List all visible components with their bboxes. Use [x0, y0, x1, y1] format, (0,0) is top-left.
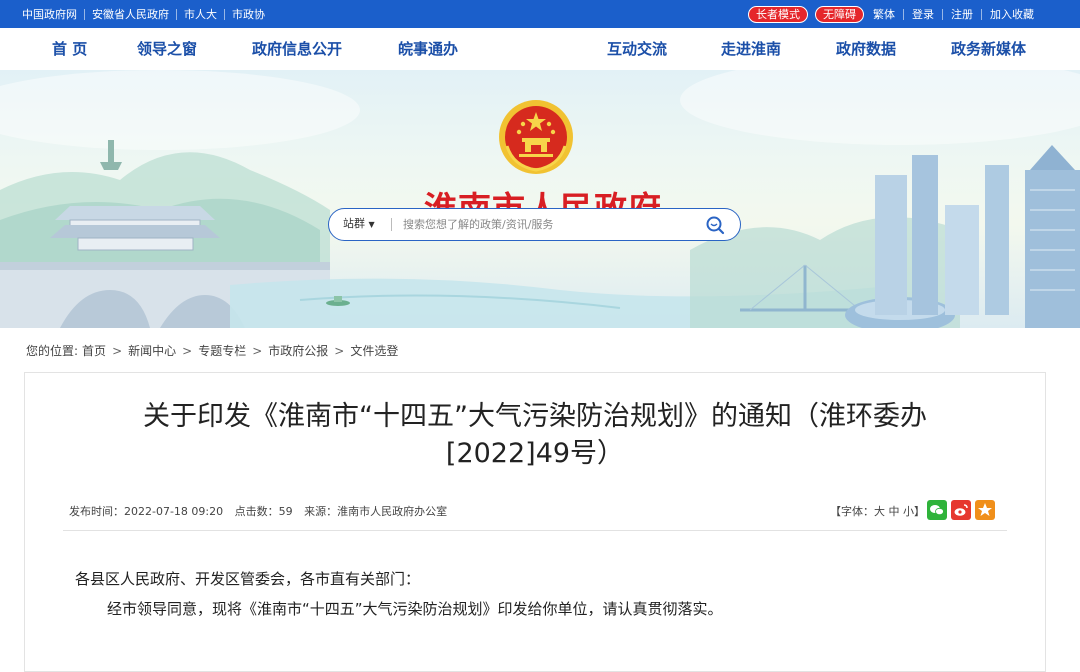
weibo-icon[interactable]: [951, 500, 971, 520]
font-size-switcher[interactable]: 【字体：大 中 小】: [830, 503, 925, 519]
main-nav: 首 页 领导之窗 政府信息公开 皖事通办 互动交流 走进淮南 政府数据 政务新媒…: [0, 28, 1080, 70]
chevron-right-icon: >: [182, 343, 193, 358]
article-title: 关于印发《淮南市“十四五”大气污染防治规划》的通知（淮环委办 [2022]49号…: [24, 398, 1046, 472]
nav-leaders[interactable]: 领导之窗: [137, 28, 197, 70]
user-tools: 长者模式 无障碍 繁体 登录 注册 加入收藏: [748, 0, 1042, 28]
accessibility-button[interactable]: 无障碍: [815, 5, 864, 23]
nav-services[interactable]: 皖事通办: [398, 28, 458, 70]
add-favorite-link[interactable]: 加入收藏: [981, 8, 1042, 20]
top-utility-bar: 中国政府网 安徽省人民政府 市人大 市政协 长者模式 无障碍 繁体 登录 注册 …: [0, 0, 1080, 28]
traditional-chinese-link[interactable]: 繁体: [871, 9, 903, 20]
nav-about-city[interactable]: 走进淮南: [721, 28, 781, 70]
article-title-line1: 关于印发《淮南市“十四五”大气污染防治规划》的通知（淮环委办: [143, 401, 927, 432]
external-links: 中国政府网 安徽省人民政府 市人大 市政协: [22, 0, 272, 28]
login-link[interactable]: 登录: [903, 8, 942, 20]
chevron-right-icon: >: [334, 343, 345, 358]
click-count: 点击数：59: [234, 505, 293, 518]
link-anhui-gov[interactable]: 安徽省人民政府: [84, 8, 176, 20]
chevron-right-icon: >: [112, 343, 123, 358]
elder-mode-button[interactable]: 长者模式: [748, 5, 808, 23]
breadcrumb-topics[interactable]: 专题专栏: [198, 342, 246, 359]
article-title-line2: [2022]49号）: [445, 438, 625, 469]
link-city-congress[interactable]: 市人大: [176, 8, 224, 20]
search-icon[interactable]: [704, 214, 726, 236]
search-scope-label: 站群: [343, 217, 365, 230]
breadcrumb: 您的位置: 首页 > 新闻中心 > 专题专栏 > 市政府公报 > 文件选登: [26, 342, 398, 359]
breadcrumb-documents[interactable]: 文件选登: [350, 342, 398, 359]
search-bar: 站群 ▼: [328, 208, 741, 241]
breadcrumb-home[interactable]: 首页: [82, 342, 106, 359]
breadcrumb-gazette[interactable]: 市政府公报: [268, 342, 328, 359]
nav-interaction[interactable]: 互动交流: [607, 28, 667, 70]
header-banner: 淮南市人民政府 www.huainan.gov.cn 站群 ▼: [0, 70, 1080, 328]
article-paragraph: 经市领导同意，现将《淮南市“十四五”大气污染防治规划》印发给你单位，请认真贯彻落…: [107, 600, 723, 618]
article-salutation: 各县区人民政府、开发区管委会，各市直有关部门：: [75, 570, 421, 588]
search-scope-dropdown[interactable]: 站群 ▼: [343, 209, 375, 239]
link-city-cppcc[interactable]: 市政协: [224, 8, 272, 20]
wechat-icon[interactable]: [927, 500, 947, 520]
publish-time: 发布时间：2022-07-18 09:20: [69, 505, 224, 518]
nav-new-media[interactable]: 政务新媒体: [951, 28, 1026, 70]
nav-home[interactable]: 首 页: [52, 28, 87, 70]
link-gov-cn[interactable]: 中国政府网: [22, 9, 84, 20]
nav-gov-info[interactable]: 政府信息公开: [252, 28, 342, 70]
register-link[interactable]: 注册: [942, 8, 981, 20]
favorite-star-icon[interactable]: [975, 500, 995, 520]
national-emblem-icon: [499, 100, 573, 174]
article-source: 来源：淮南市人民政府办公室: [304, 505, 448, 518]
chevron-right-icon: >: [252, 343, 263, 358]
breadcrumb-label: 您的位置:: [26, 344, 79, 358]
article-meta: 发布时间：2022-07-18 09:20 点击数：59 来源：淮南市人民政府办…: [69, 503, 455, 519]
meta-divider: [63, 530, 1007, 531]
caret-down-icon: ▼: [368, 220, 375, 229]
search-input[interactable]: [403, 214, 693, 234]
search-separator: [391, 218, 392, 231]
nav-gov-data[interactable]: 政府数据: [836, 28, 896, 70]
breadcrumb-news[interactable]: 新闻中心: [128, 342, 176, 359]
